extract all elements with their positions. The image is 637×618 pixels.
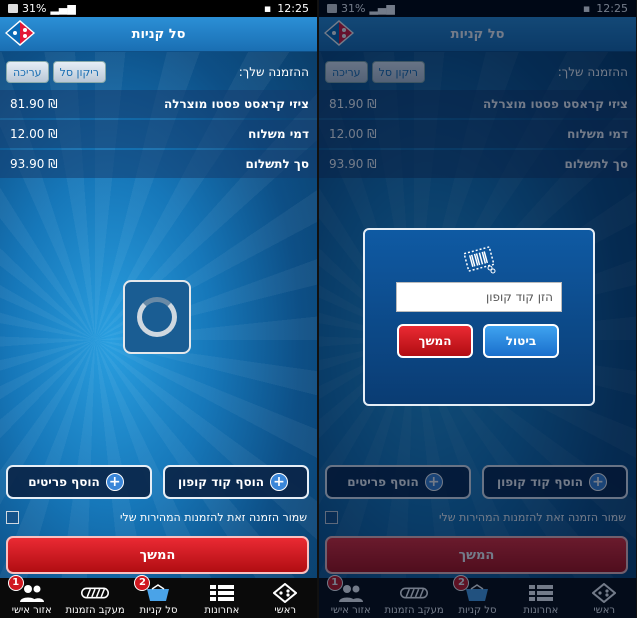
add-items-button[interactable]: + הוסף פריטים [6, 465, 152, 499]
item-price: 81.90 ₪ [10, 97, 58, 111]
item-price: 12.00 ₪ [10, 127, 58, 141]
continue-button[interactable]: המשך [6, 536, 309, 574]
order-label: ההזמנה שלך: [238, 65, 309, 79]
notification-icon: ▪ [263, 2, 272, 15]
coupon-dialog: המשך ביטול [363, 228, 595, 406]
plus-icon: + [270, 473, 289, 491]
nav-label: סל קניות [139, 605, 178, 616]
order-items: ציזי קראסט פסטו מוצרלה 81.90 ₪ דמי משלוח 1… [0, 90, 317, 180]
order-header: ההזמנה שלך: עריכה ריקון סל [6, 60, 309, 84]
nav-label: אחרונות [204, 605, 240, 616]
add-coupon-button[interactable]: + הוסף קוד קופון [163, 465, 309, 499]
status-bar: 31%▂▄▆ ▪ 12:25 [0, 0, 317, 17]
nav-label: ראשי [274, 605, 297, 616]
item-name: סך לתשלום [245, 157, 309, 171]
nav-item-cart[interactable]: 2 סל קניות [128, 575, 188, 616]
nav-item-recent[interactable]: אחרונות [192, 583, 252, 616]
dominos-logo [5, 20, 35, 46]
title-bar: סל קניות [0, 17, 317, 52]
empty-cart-button[interactable]: ריקון סל [52, 61, 106, 83]
battery-level: 31% [22, 2, 47, 15]
nav-item-home[interactable]: ראשי [255, 583, 315, 616]
add-coupon-label: הוסף קוד קופון [177, 475, 265, 489]
save-order-label: שמור הזמנה זאת להזמנות המהירות שלי [120, 510, 307, 524]
cart-screen-loading: 31% ▂▄▆ ▪ 12:25 סל קניות ההזמנה שלך: עריכה… [0, 0, 317, 618]
edit-button[interactable]: עריכה [6, 61, 49, 83]
page-title: סל קניות [131, 26, 186, 42]
order-item-row: סך לתשלום 93.90 ₪ [0, 150, 317, 178]
plus-icon: + [105, 473, 124, 491]
domino-icon [271, 583, 299, 603]
clock: 12:25 [277, 2, 309, 15]
nav-label: מעקב הזמנות [65, 605, 125, 616]
coupon-barcode-icon [462, 242, 496, 276]
loading-spinner [123, 280, 191, 354]
nav-label: אזור אישי [11, 605, 52, 616]
coupon-continue-button[interactable]: המשך [397, 324, 473, 358]
save-order-row: שמור הזמנה זאת להזמנות המהירות שלי [6, 508, 307, 526]
signal-icon: ▂▄▆ [50, 2, 76, 15]
order-item-row: דמי משלוח 12.00 ₪ [0, 120, 317, 148]
coupon-cancel-button[interactable]: ביטול [483, 324, 559, 358]
nav-item-tracker[interactable]: מעקב הזמנות [65, 583, 125, 616]
order-item-row: ציזי קראסט פסטו מוצרלה 81.90 ₪ [0, 90, 317, 118]
battery-icon [8, 4, 18, 13]
item-price: 93.90 ₪ [10, 157, 58, 171]
tracker-icon [81, 583, 110, 603]
notification-badge: 1 [7, 575, 24, 591]
list-icon [208, 583, 236, 603]
coupon-code-input[interactable] [396, 282, 562, 312]
nav-item-personal[interactable]: 1 אזור אישי [2, 575, 62, 616]
bottom-nav: 1 אזור אישי מעקב הזמנות 2 סל קניות אחרונ… [0, 575, 317, 618]
item-name: דמי משלוח [248, 127, 309, 141]
cart-screen-coupon: 31%▂▄▆ ▪12:25 סל קניות ההזמנה שלך: עריכה… [319, 0, 636, 618]
add-items-label: הוסף פריטים [28, 475, 100, 489]
spinner-icon [137, 297, 177, 337]
save-order-checkbox[interactable] [6, 510, 19, 524]
item-name: ציזי קראסט פסטו מוצרלה [163, 97, 309, 111]
